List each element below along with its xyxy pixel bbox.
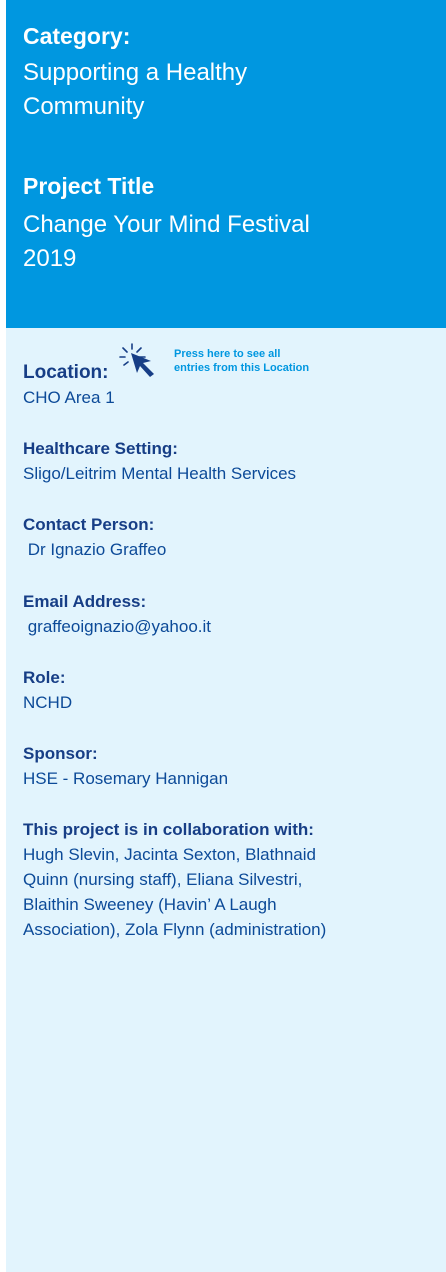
project-title-line1: Change Your Mind Festival: [23, 211, 310, 238]
sponsor-label: Sponsor:: [23, 744, 98, 763]
healthcare-setting-label: Healthcare Setting:: [23, 439, 178, 458]
email-address-label: Email Address:: [23, 592, 147, 611]
contact-person-value: Dr Ignazio Graffeo: [23, 540, 167, 559]
project-title-line2: 2019: [23, 245, 77, 272]
project-details: Location: Press here to see all entries …: [6, 328, 446, 1272]
contact-person-label: Contact Person:: [23, 515, 155, 534]
project-title-label: Project Title: [23, 173, 155, 199]
category-value-line1: Supporting a Healthy: [23, 59, 248, 86]
role-label: Role:: [23, 668, 66, 687]
category-label: Category:: [23, 23, 131, 49]
click-cursor-icon: [119, 343, 154, 377]
collaboration-line: Hugh Slevin, Jacinta Sexton, Blathnaid: [23, 845, 316, 864]
collaboration-line: Quinn (nursing staff), Eliana Silvestri,: [23, 870, 303, 889]
location-link-line2: entries from this Location: [174, 362, 310, 374]
role-value: NCHD: [23, 693, 73, 712]
location-label: Location:: [23, 362, 109, 383]
email-address-value: graffeoignazio@yahoo.it: [23, 617, 212, 636]
location-link-line1: Press here to see all: [174, 348, 281, 360]
project-entry-panel: Category: Supporting a Healthy Community…: [6, 0, 446, 1272]
collaboration-line: Blaithin Sweeney (Havin’ A Laugh: [23, 895, 277, 914]
collaboration-label: This project is in collaboration with:: [23, 820, 314, 839]
location-value: CHO Area 1: [23, 388, 115, 407]
healthcare-setting-value: Sligo/Leitrim Mental Health Services: [23, 464, 297, 483]
sponsor-value: HSE - Rosemary Hannigan: [23, 769, 229, 788]
collaboration-line: Association), Zola Flynn (administration…: [23, 920, 327, 939]
project-header: Category: Supporting a Healthy Community…: [6, 0, 446, 328]
category-value-line2: Community: [23, 93, 145, 120]
location-link-text[interactable]: Press here to see all entries from this …: [174, 347, 344, 375]
location-entries-link[interactable]: Press here to see all entries from this …: [118, 342, 338, 386]
